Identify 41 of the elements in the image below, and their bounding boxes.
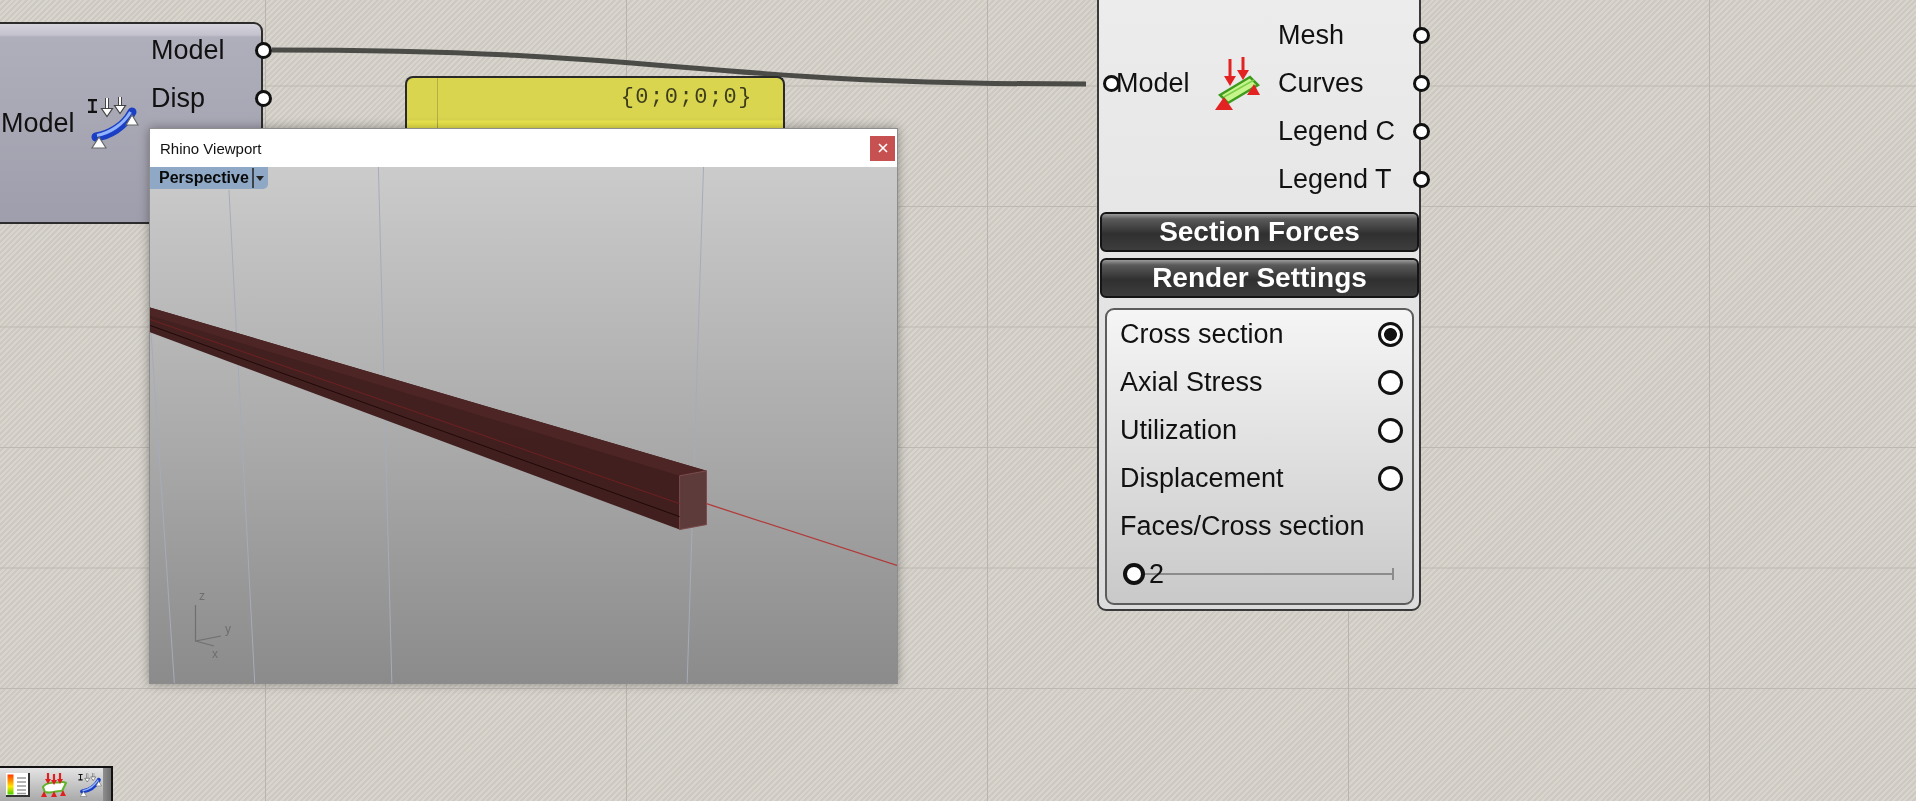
slider-value: 2 [1149, 560, 1165, 588]
option-label: Cross section [1120, 320, 1284, 348]
output-label: Legend C [1278, 117, 1396, 145]
output-label: Curves [1278, 69, 1364, 97]
toolbar-end-cap [103, 768, 111, 801]
view-menu[interactable]: Perspective [150, 167, 268, 189]
output-grip[interactable] [1413, 122, 1430, 140]
option-label: Utilization [1120, 416, 1238, 444]
close-button[interactable] [870, 135, 895, 161]
radio-button[interactable] [1378, 321, 1403, 347]
panel-text: {0;0;0;0} [620, 85, 753, 111]
color-scale-icon[interactable] [6, 772, 30, 797]
section-button[interactable]: Render Settings [1100, 258, 1419, 298]
output-label: Mesh [1278, 21, 1345, 49]
beam-arrows-icon [1212, 56, 1260, 111]
radio-button[interactable] [1378, 417, 1403, 443]
caret-icon [251, 168, 266, 188]
output-grip[interactable] [1413, 170, 1430, 188]
axes-icon [194, 605, 222, 647]
bent-beam-icon[interactable] [78, 772, 102, 797]
slider-grip[interactable] [1123, 563, 1145, 585]
input-label: Model [1, 109, 75, 137]
input-label: Model [1116, 70, 1190, 97]
section-button[interactable]: Section Forces [1100, 212, 1419, 252]
output-grip[interactable] [1413, 74, 1430, 92]
input-grip[interactable] [1103, 75, 1120, 92]
close-icon [877, 143, 888, 153]
bent-beam-icon [87, 97, 139, 149]
output-grip[interactable] [1413, 26, 1430, 44]
option-label: Displacement [1120, 464, 1284, 492]
output-label: Disp [151, 84, 205, 112]
option-label: Axial Stress [1120, 368, 1263, 396]
window-title: Rhino Viewport [160, 140, 262, 156]
slider-label: Faces/Cross section [1120, 512, 1365, 540]
output-grip[interactable] [255, 41, 272, 59]
output-label: Model [151, 36, 225, 64]
shell-arrows-icon[interactable] [40, 772, 68, 797]
output-label: Legend T [1278, 165, 1392, 193]
output-grip[interactable] [255, 89, 272, 107]
radio-button[interactable] [1378, 369, 1403, 395]
radio-button[interactable] [1378, 465, 1403, 491]
